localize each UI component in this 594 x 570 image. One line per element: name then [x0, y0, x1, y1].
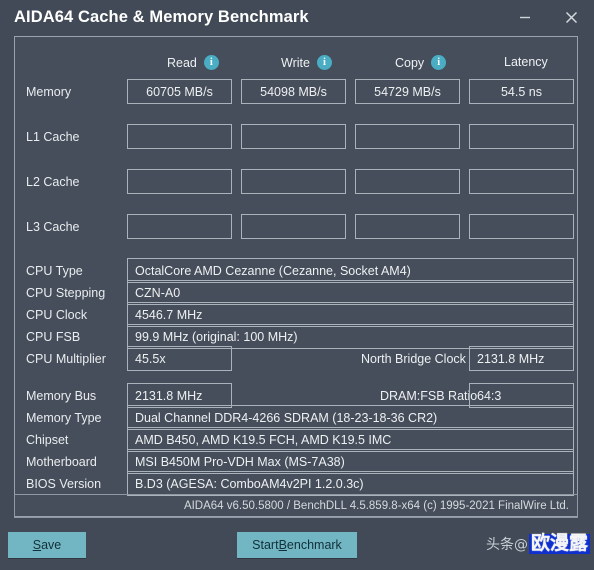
- row-label-l1-cache: L1 Cache: [26, 130, 80, 144]
- minimize-button[interactable]: [502, 0, 548, 34]
- label-dram-fsb-ratio: DRAM:FSB Ratio: [380, 389, 477, 403]
- value-cpu-multiplier[interactable]: 45.5x: [127, 346, 232, 371]
- column-header-read-label: Read: [167, 56, 197, 70]
- row-label-l2-cache: L2 Cache: [26, 175, 80, 189]
- l3-read-value[interactable]: [127, 214, 232, 239]
- column-header-copy-label: Copy: [395, 56, 424, 70]
- l3-latency-value[interactable]: [469, 214, 574, 239]
- row-label-l3-cache: L3 Cache: [26, 220, 80, 234]
- minimize-icon: [518, 10, 532, 24]
- start-button-prefix: Start: [252, 538, 278, 552]
- close-icon: [564, 10, 579, 25]
- label-cpu-clock: CPU Clock: [26, 308, 87, 322]
- info-icon[interactable]: i: [204, 55, 219, 70]
- watermark-name: 欧漫露: [529, 534, 590, 554]
- column-header-write: Write i: [281, 55, 332, 70]
- title-bar: AIDA64 Cache & Memory Benchmark: [0, 0, 594, 34]
- l3-write-value[interactable]: [241, 214, 346, 239]
- l1-write-value[interactable]: [241, 124, 346, 149]
- memory-write-value[interactable]: 54098 MB/s: [241, 79, 346, 104]
- label-cpu-multiplier: CPU Multiplier: [26, 352, 106, 366]
- column-header-latency: Latency: [504, 55, 548, 69]
- l2-latency-value[interactable]: [469, 169, 574, 194]
- status-bar: AIDA64 v6.50.5800 / BenchDLL 4.5.859.8-x…: [14, 494, 578, 518]
- l2-read-value[interactable]: [127, 169, 232, 194]
- label-cpu-type: CPU Type: [26, 264, 83, 278]
- l1-latency-value[interactable]: [469, 124, 574, 149]
- window-controls: [502, 0, 594, 34]
- label-motherboard: Motherboard: [26, 455, 97, 469]
- save-button-suffix: ave: [41, 538, 61, 552]
- benchmark-panel: Read i Write i Copy i Latency Memory 607…: [14, 36, 578, 517]
- save-button[interactable]: Save: [8, 532, 86, 558]
- label-cpu-stepping: CPU Stepping: [26, 286, 105, 300]
- version-text: AIDA64 v6.50.5800 / BenchDLL 4.5.859.8-x…: [184, 500, 569, 512]
- label-cpu-fsb: CPU FSB: [26, 330, 80, 344]
- row-label-memory: Memory: [26, 85, 71, 99]
- label-bios-version: BIOS Version: [26, 477, 101, 491]
- memory-latency-value[interactable]: 54.5 ns: [469, 79, 574, 104]
- l1-copy-value[interactable]: [355, 124, 460, 149]
- column-header-latency-label: Latency: [504, 55, 548, 69]
- l2-write-value[interactable]: [241, 169, 346, 194]
- memory-read-value[interactable]: 60705 MB/s: [127, 79, 232, 104]
- start-button-accel: B: [279, 538, 287, 552]
- l1-read-value[interactable]: [127, 124, 232, 149]
- watermark: 头条@ 欧漫露: [486, 534, 590, 554]
- memory-copy-value[interactable]: 54729 MB/s: [355, 79, 460, 104]
- label-chipset: Chipset: [26, 433, 68, 447]
- info-icon[interactable]: i: [317, 55, 332, 70]
- label-memory-bus: Memory Bus: [26, 389, 96, 403]
- label-memory-type: Memory Type: [26, 411, 102, 425]
- info-icon[interactable]: i: [431, 55, 446, 70]
- l3-copy-value[interactable]: [355, 214, 460, 239]
- value-bios-version[interactable]: B.D3 (AGESA: ComboAM4v2PI 1.2.0.3c): [127, 471, 574, 496]
- start-benchmark-button[interactable]: Start Benchmark: [237, 532, 357, 558]
- save-button-accel: S: [33, 538, 41, 552]
- start-button-suffix: enchmark: [287, 538, 342, 552]
- column-header-copy: Copy i: [395, 55, 446, 70]
- window-title: AIDA64 Cache & Memory Benchmark: [14, 8, 309, 27]
- l2-copy-value[interactable]: [355, 169, 460, 194]
- watermark-prefix: 头条@: [486, 534, 528, 554]
- value-north-bridge-clock[interactable]: 2131.8 MHz: [469, 346, 574, 371]
- label-north-bridge-clock: North Bridge Clock: [361, 352, 466, 366]
- close-button[interactable]: [548, 0, 594, 34]
- column-header-write-label: Write: [281, 56, 310, 70]
- column-header-read: Read i: [167, 55, 219, 70]
